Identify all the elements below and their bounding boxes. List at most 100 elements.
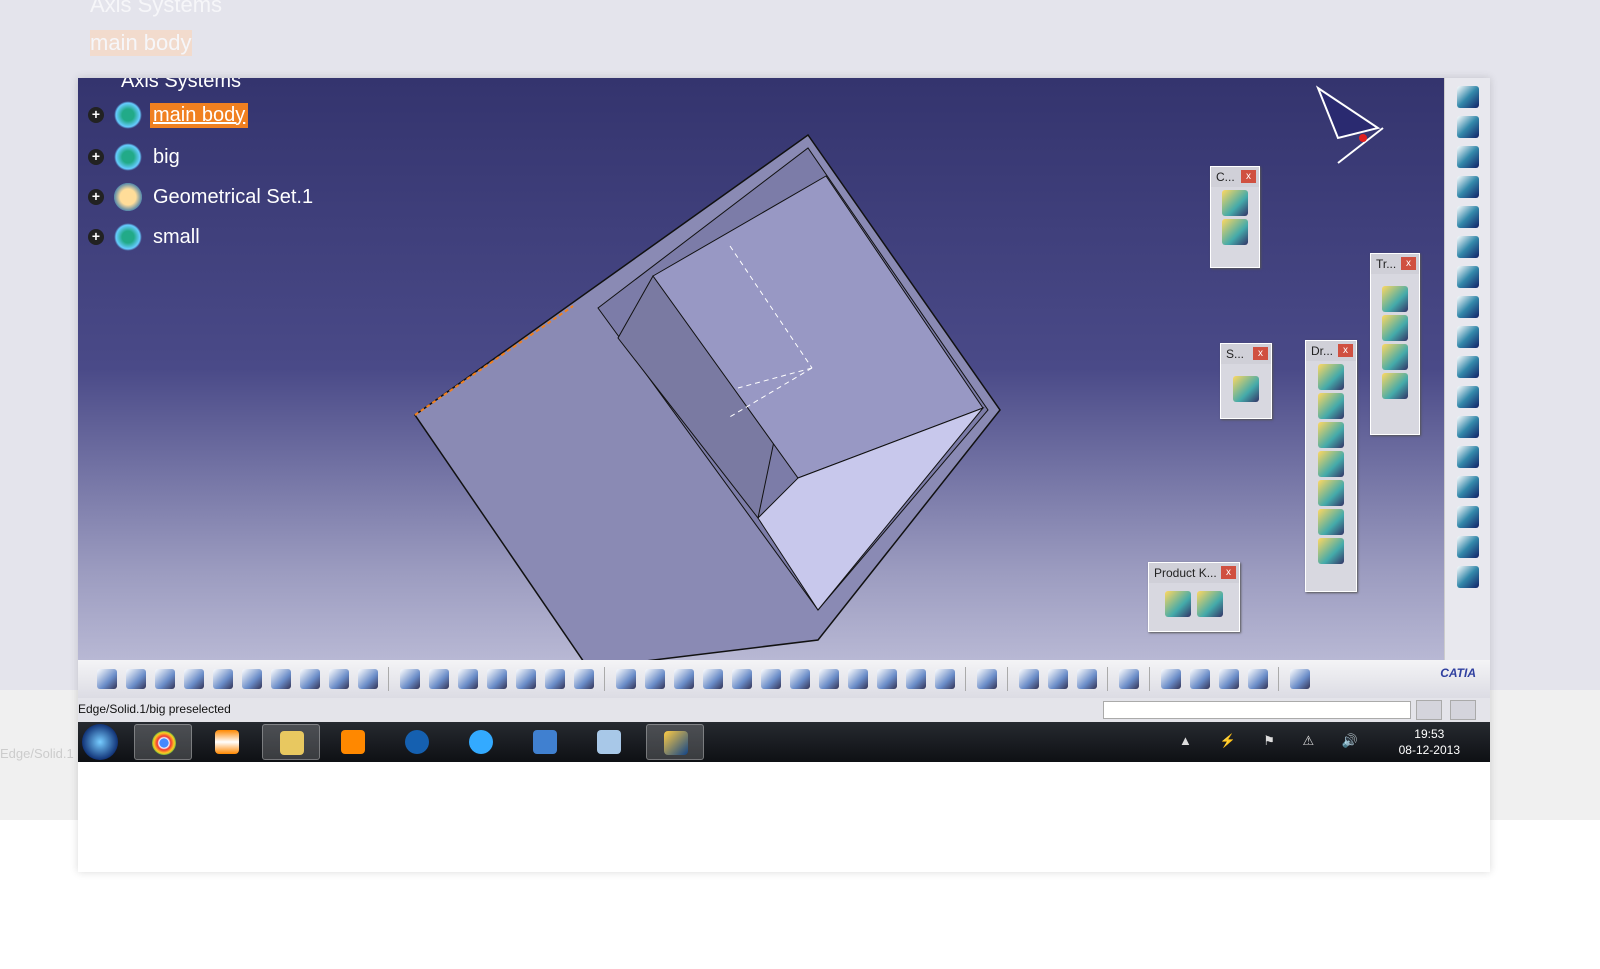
cut-icon[interactable]: [212, 669, 233, 689]
shaft-icon[interactable]: [1456, 356, 1479, 378]
tool-icon[interactable]: [1318, 451, 1344, 477]
command-input[interactable]: [1103, 701, 1411, 719]
tool-icon[interactable]: [1318, 480, 1344, 506]
rotate-icon[interactable]: [702, 669, 723, 689]
tool-icon[interactable]: [1189, 669, 1210, 689]
undo-icon[interactable]: [299, 669, 320, 689]
multi-view-icon[interactable]: [818, 669, 839, 689]
select-arrow-icon[interactable]: [1456, 236, 1479, 258]
floating-toolbar-tr[interactable]: Tr... x: [1370, 253, 1420, 435]
tree-item-geometrical-set[interactable]: + Geometrical Set.1: [88, 182, 316, 212]
measure-icon[interactable]: [1018, 669, 1039, 689]
tree-icon[interactable]: [515, 669, 536, 689]
sketch-icon[interactable]: [1456, 266, 1479, 288]
tool-icon[interactable]: [1318, 364, 1344, 390]
rib-icon[interactable]: [1456, 446, 1479, 468]
remove-loft-icon[interactable]: [1456, 566, 1479, 588]
expand-icon[interactable]: +: [88, 107, 104, 123]
formula-icon[interactable]: [399, 669, 420, 689]
help-icon[interactable]: [357, 669, 378, 689]
render-style-icon[interactable]: [876, 669, 897, 689]
print-icon[interactable]: [183, 669, 204, 689]
link-icon[interactable]: [457, 669, 478, 689]
expand-icon[interactable]: +: [88, 149, 104, 165]
fit-all-icon[interactable]: [644, 669, 665, 689]
stiffener-icon[interactable]: [1456, 506, 1479, 528]
3d-viewport[interactable]: Axis Systems + main body + big + Geometrica…: [78, 78, 1444, 660]
redo-icon[interactable]: [328, 669, 349, 689]
pan-icon[interactable]: [673, 669, 694, 689]
tool-icon[interactable]: [573, 669, 594, 689]
tool-icon[interactable]: [1456, 206, 1479, 228]
floating-toolbar-product-knowledge[interactable]: Product K... x: [1148, 562, 1240, 632]
tool-icon[interactable]: [1456, 176, 1479, 198]
close-icon[interactable]: x: [1221, 566, 1236, 579]
tree-item-main-body[interactable]: + main body: [88, 100, 249, 130]
tool-icon[interactable]: [1456, 116, 1479, 138]
zoom-in-icon[interactable]: [731, 669, 752, 689]
expand-icon[interactable]: +: [88, 189, 104, 205]
tool-icon[interactable]: [1382, 286, 1408, 312]
save-icon[interactable]: [154, 669, 175, 689]
tool-icon[interactable]: [1382, 315, 1408, 341]
inertia-icon[interactable]: [1076, 669, 1097, 689]
expand-icon[interactable]: +: [88, 229, 104, 245]
tree-item-big[interactable]: + big: [88, 142, 183, 172]
loft-icon[interactable]: [1456, 536, 1479, 558]
floating-toolbar-dr[interactable]: Dr... x: [1305, 340, 1357, 592]
close-icon[interactable]: x: [1401, 257, 1416, 270]
normal-view-icon[interactable]: [789, 669, 810, 689]
taskbar-chrome[interactable]: [134, 724, 192, 760]
taskbar-vlc[interactable]: [198, 724, 256, 760]
copy-icon[interactable]: [241, 669, 262, 689]
view-icon[interactable]: [847, 669, 868, 689]
clock[interactable]: 19:53 08-12-2013: [1399, 726, 1460, 758]
taskbar-catia[interactable]: [646, 724, 704, 760]
groove-icon[interactable]: [1456, 386, 1479, 408]
taskbar-explorer[interactable]: [262, 724, 320, 760]
taskbar-app[interactable]: [516, 724, 574, 760]
close-icon[interactable]: x: [1338, 344, 1353, 357]
tool-icon[interactable]: [1456, 146, 1479, 168]
tool-icon[interactable]: [1222, 190, 1248, 216]
camera-icon[interactable]: [1118, 669, 1139, 689]
apply-material-icon[interactable]: [1160, 669, 1181, 689]
system-tray[interactable]: ▲ ⚡ ⚑ ⚠ 🔊: [1179, 733, 1370, 749]
tool-icon[interactable]: [1197, 591, 1223, 617]
tool-icon[interactable]: [1247, 669, 1268, 689]
hide-show-icon[interactable]: [905, 669, 926, 689]
tool-icon[interactable]: [1456, 86, 1479, 108]
tool-icon[interactable]: [1382, 373, 1408, 399]
tree-item-small[interactable]: + small: [88, 222, 203, 252]
taskbar-media-player[interactable]: [324, 724, 382, 760]
slot-icon[interactable]: [1456, 476, 1479, 498]
zoom-out-icon[interactable]: [760, 669, 781, 689]
tree-item-axis-systems[interactable]: Axis Systems: [118, 78, 244, 96]
start-button[interactable]: [82, 724, 118, 760]
taskbar-hp[interactable]: [388, 724, 446, 760]
comment-icon[interactable]: [428, 669, 449, 689]
tool-icon[interactable]: [1289, 669, 1310, 689]
tool-icon[interactable]: [1318, 393, 1344, 419]
pocket-icon[interactable]: [1456, 326, 1479, 348]
cancel-command-button[interactable]: [1450, 700, 1476, 720]
floating-toolbar-c[interactable]: C... x: [1210, 166, 1260, 268]
update-icon[interactable]: [976, 669, 997, 689]
hole-icon[interactable]: [1456, 416, 1479, 438]
pad-icon[interactable]: [1456, 296, 1479, 318]
taskbar-internet-explorer[interactable]: [452, 724, 510, 760]
fly-icon[interactable]: [615, 669, 636, 689]
tool-icon[interactable]: [1218, 669, 1239, 689]
close-icon[interactable]: x: [1253, 347, 1268, 360]
tool-icon[interactable]: [1165, 591, 1191, 617]
paste-icon[interactable]: [270, 669, 291, 689]
tool-icon[interactable]: [1318, 509, 1344, 535]
open-icon[interactable]: [125, 669, 146, 689]
taskbar-calculator[interactable]: [580, 724, 638, 760]
tool-icon[interactable]: [1318, 422, 1344, 448]
tool-icon[interactable]: [1222, 219, 1248, 245]
measure-item-icon[interactable]: [1047, 669, 1068, 689]
swap-icon[interactable]: [934, 669, 955, 689]
lock-icon[interactable]: [544, 669, 565, 689]
power-input-button[interactable]: [1416, 700, 1442, 720]
